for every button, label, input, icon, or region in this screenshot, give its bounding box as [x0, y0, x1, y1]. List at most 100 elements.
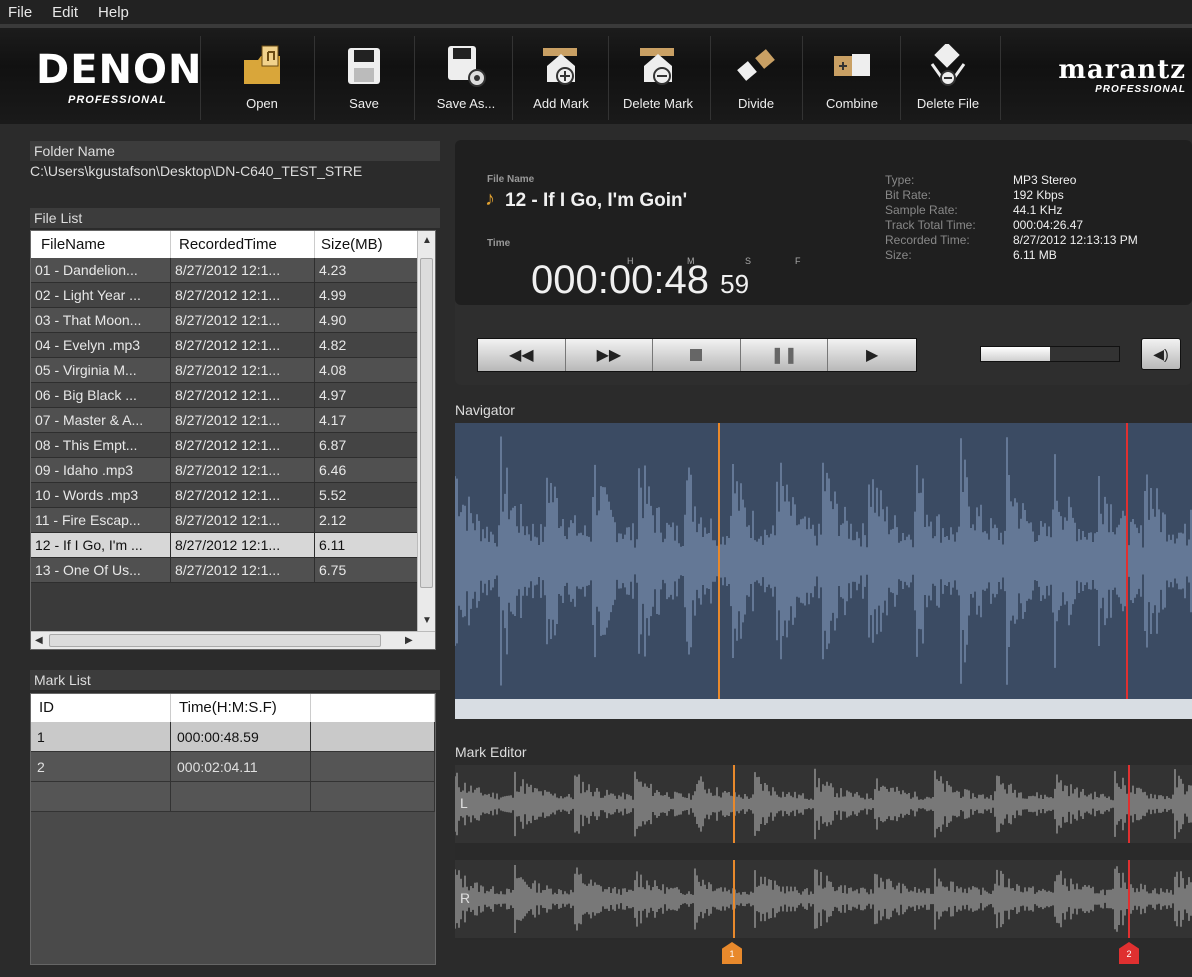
save-button[interactable]: Save	[324, 34, 404, 126]
delete-file-button[interactable]: Delete File	[906, 34, 990, 126]
file-list-cell: 8/27/2012 12:1...	[171, 408, 315, 432]
navigator-waveform[interactable]	[455, 423, 1192, 699]
file-list-row[interactable]: 03 - That Moon... 8/27/2012 12:1... 4.90	[31, 308, 419, 333]
channel-right[interactable]: R	[455, 860, 1192, 938]
mark-list-table[interactable]: ID Time(H:M:S.F) 1 000:00:48.59 2 000:02:04…	[30, 693, 436, 965]
time-minutes: 00	[608, 258, 654, 302]
file-list-row[interactable]: 10 - Words .mp3 8/27/2012 12:1... 5.52	[31, 483, 419, 508]
rewind-button[interactable]: ◀◀	[478, 339, 566, 371]
music-note-icon: ♪	[485, 188, 495, 210]
time-label: Time	[487, 238, 511, 249]
mark-list-cell	[311, 782, 435, 811]
rewind-icon: ◀◀	[508, 347, 534, 364]
navigator-label: Navigator	[455, 402, 515, 418]
mark-1-handle[interactable]: 1	[722, 942, 742, 964]
meta-value: 6.11 MB	[1013, 248, 1057, 262]
mark-2-handle[interactable]: 2	[1119, 942, 1139, 964]
file-list-row[interactable]: 08 - This Empt... 8/27/2012 12:1... 6.87	[31, 433, 419, 458]
file-list-row[interactable]: 07 - Master & A... 8/27/2012 12:1... 4.17	[31, 408, 419, 433]
file-list-cell: 8/27/2012 12:1...	[171, 508, 315, 532]
mark-list-row[interactable]	[31, 782, 435, 812]
fast-forward-button[interactable]: ▶▶	[565, 339, 654, 371]
file-list-cell: 03 - That Moon...	[31, 308, 171, 332]
file-list-cell: 02 - Light Year ...	[31, 283, 171, 307]
meta-value: MP3 Stereo	[1013, 173, 1077, 187]
file-list-cell: 08 - This Empt...	[31, 433, 171, 457]
divide-icon	[737, 49, 775, 81]
file-list-row[interactable]: 12 - If I Go, I'm ... 8/27/2012 12:1... 6.…	[31, 533, 419, 558]
divide-label: Divide	[737, 96, 775, 111]
scroll-down-icon[interactable]: ▼	[422, 615, 432, 626]
file-list-hscroll[interactable]: ◀ ▶	[31, 631, 435, 649]
meta-key: Track Total Time:	[885, 218, 976, 232]
mark-list-label: Mark List	[30, 670, 440, 690]
mark-editor[interactable]: L R	[455, 765, 1192, 940]
file-list-row[interactable]: 04 - Evelyn .mp3 8/27/2012 12:1... 4.82	[31, 333, 419, 358]
speaker-button[interactable]: ◀)	[1141, 338, 1181, 370]
delete-file-icon	[930, 44, 966, 86]
file-list-cell: 6.11	[315, 533, 419, 557]
menu-help[interactable]: Help	[98, 4, 129, 21]
add-mark-label: Add Mark	[533, 96, 589, 111]
volume-slider[interactable]	[980, 346, 1120, 362]
col-time[interactable]: Time(H:M:S.F)	[171, 694, 311, 722]
scroll-up-icon[interactable]: ▲	[422, 235, 432, 246]
col-recordedtime[interactable]: RecordedTime	[171, 231, 315, 258]
mark-list-cell: 2	[31, 752, 171, 781]
menu-edit[interactable]: Edit	[52, 4, 78, 21]
mark-list-row[interactable]: 1 000:00:48.59	[31, 722, 435, 752]
file-list-row[interactable]: 11 - Fire Escap... 8/27/2012 12:1... 2.12	[31, 508, 419, 533]
file-list-row[interactable]: 06 - Big Black ... 8/27/2012 12:1... 4.97	[31, 383, 419, 408]
file-list-row[interactable]: 01 - Dandelion... 8/27/2012 12:1... 4.23	[31, 258, 419, 283]
open-label: Open	[246, 96, 278, 111]
hscroll-thumb[interactable]	[49, 634, 381, 647]
save-label: Save	[349, 96, 379, 111]
unit-f: F	[795, 256, 801, 266]
file-list-cell: 4.17	[315, 408, 419, 432]
folder-path: C:\Users\kgustafson\Desktop\DN-C640_TEST…	[30, 163, 363, 179]
scroll-left-icon[interactable]: ◀	[35, 635, 43, 646]
file-list-row[interactable]: 05 - Virginia M... 8/27/2012 12:1... 4.08	[31, 358, 419, 383]
add-mark-button[interactable]: Add Mark	[518, 34, 604, 126]
save-as-label: Save As...	[436, 96, 496, 111]
fast-forward-icon: ▶▶	[596, 347, 622, 364]
marantz-logo: marantz PROFESSIONAL	[1058, 55, 1186, 95]
vscroll-thumb[interactable]	[420, 258, 433, 588]
open-button[interactable]: Open	[222, 34, 302, 126]
col-id[interactable]: ID	[31, 694, 171, 722]
file-list-row[interactable]: 13 - One Of Us... 8/27/2012 12:1... 6.75	[31, 558, 419, 583]
combine-button[interactable]: Combine	[810, 34, 894, 126]
divide-button[interactable]: Divide	[716, 34, 796, 126]
save-as-button[interactable]: Save As...	[424, 34, 508, 126]
channel-left[interactable]: L	[455, 765, 1192, 843]
meta-key: Type:	[885, 173, 915, 187]
mark-list-row[interactable]: 2 000:02:04.11	[31, 752, 435, 782]
col-filename[interactable]: FileName	[31, 231, 171, 258]
file-list-cell: 8/27/2012 12:1...	[171, 283, 315, 307]
mark-list-cell	[311, 722, 435, 751]
file-list-row[interactable]: 09 - Idaho .mp3 8/27/2012 12:1... 6.46	[31, 458, 419, 483]
scroll-right-icon[interactable]: ▶	[405, 635, 413, 646]
file-list-vscroll[interactable]: ▲ ▼	[417, 231, 435, 633]
meta-key: Size:	[885, 248, 912, 262]
meta-value: 000:04:26.47	[1013, 218, 1084, 232]
pause-button[interactable]: ❚❚	[740, 339, 829, 371]
file-list-cell: 06 - Big Black ...	[31, 383, 171, 407]
floppy-disk-icon	[348, 48, 380, 84]
file-list-table[interactable]: FileName RecordedTime Size(MB) 01 - Dand…	[30, 230, 436, 650]
file-list-row[interactable]: 02 - Light Year ... 8/27/2012 12:1... 4.99	[31, 283, 419, 308]
play-button[interactable]: ▶	[828, 339, 916, 371]
menu-file[interactable]: File	[8, 4, 32, 21]
navigator-range-strip[interactable]	[455, 699, 1192, 719]
delete-mark-label: Delete Mark	[622, 96, 694, 111]
file-name-label: File Name	[487, 174, 535, 185]
pause-icon: ❚❚	[770, 347, 798, 364]
stop-button[interactable]	[653, 339, 741, 371]
meta-value: 8/27/2012 12:13:13 PM	[1013, 233, 1138, 247]
col-blank[interactable]	[311, 694, 435, 722]
col-size[interactable]: Size(MB)	[315, 231, 419, 258]
file-list-cell: 8/27/2012 12:1...	[171, 258, 315, 282]
delete-mark-button[interactable]: Delete Mark	[612, 34, 704, 126]
right-channel-wave	[455, 860, 1192, 938]
file-list-cell: 6.87	[315, 433, 419, 457]
